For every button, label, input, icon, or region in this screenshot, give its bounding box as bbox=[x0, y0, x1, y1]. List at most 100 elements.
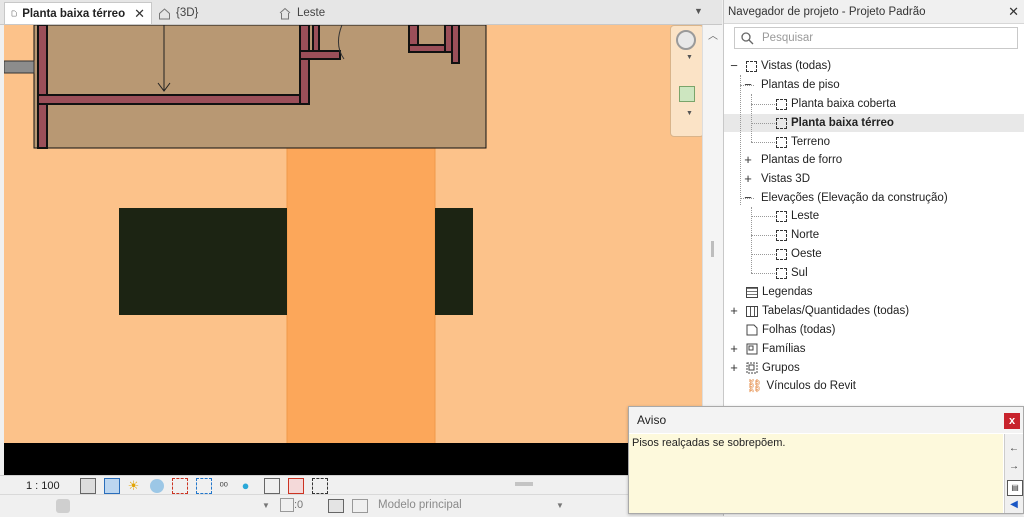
tab-leste[interactable]: Leste bbox=[272, 2, 352, 24]
steering-wheel-icon[interactable] bbox=[676, 30, 696, 50]
tree-view-oeste[interactable]: Oeste bbox=[776, 245, 822, 263]
sheet-icon bbox=[746, 324, 758, 336]
active-option-icon[interactable] bbox=[352, 499, 368, 513]
black-band bbox=[4, 443, 702, 475]
tree-view-sul[interactable]: Sul bbox=[776, 264, 808, 282]
warning-title-bar: Aviso x bbox=[629, 407, 1023, 433]
nav-dropdown-icon[interactable]: ▼ bbox=[686, 54, 693, 61]
tree-groups[interactable]: Grupos bbox=[746, 359, 800, 377]
drawing-viewport[interactable]: ▼ ▼ bbox=[4, 25, 702, 475]
tree-view-terreno[interactable]: Terreno bbox=[776, 133, 830, 151]
tree-view-leste[interactable]: Leste bbox=[776, 207, 819, 225]
expand-icon[interactable]: + bbox=[743, 170, 753, 188]
tree-label: Planta baixa coberta bbox=[791, 98, 896, 110]
tree-label: Folhas (todas) bbox=[762, 324, 836, 336]
tree-label: Norte bbox=[791, 229, 820, 241]
expand-icon[interactable]: + bbox=[743, 151, 753, 169]
view-icon bbox=[776, 229, 787, 241]
tree-view-norte[interactable]: Norte bbox=[776, 226, 819, 244]
tree-view-planta-baixa-coberta[interactable]: Planta baixa coberta bbox=[776, 95, 896, 113]
tree-label: Planta baixa térreo bbox=[791, 117, 894, 129]
show-crop-icon[interactable] bbox=[195, 477, 212, 494]
show-more-info-icon[interactable]: ▤ bbox=[1007, 480, 1023, 496]
crop-view-icon[interactable] bbox=[171, 477, 188, 494]
tree-schedules[interactable]: Tabelas/Quantidades (todas) bbox=[746, 302, 909, 320]
expand-icon[interactable]: + bbox=[729, 302, 739, 320]
tree-label: Grupos bbox=[762, 362, 800, 374]
floor-plan-drawing bbox=[4, 25, 702, 475]
scroll-thumb[interactable] bbox=[711, 241, 714, 257]
warning-message-area: Pisos realçadas se sobrepõem. bbox=[629, 434, 1003, 513]
shadows-icon[interactable] bbox=[149, 478, 164, 493]
tree-label: Famílias bbox=[762, 343, 806, 355]
floor-plan-icon bbox=[11, 10, 17, 17]
model-dropdown-icon[interactable]: ▼ bbox=[556, 501, 564, 510]
project-browser-header: Navegador de projeto - Projeto Padrão ✕ bbox=[724, 0, 1024, 24]
close-browser-icon[interactable]: ✕ bbox=[1008, 4, 1019, 20]
tree-3d-views[interactable]: Vistas 3D bbox=[761, 170, 810, 188]
zoom-region-icon[interactable] bbox=[679, 86, 695, 102]
tree-label: Vistas 3D bbox=[761, 173, 811, 185]
tree-label: Elevações (Elevação da construção) bbox=[761, 192, 948, 204]
tree-view-planta-baixa-terreo[interactable]: Planta baixa térreo bbox=[776, 114, 894, 132]
navigation-bar: ▼ ▼ bbox=[670, 25, 702, 137]
tree-sheets[interactable]: Folhas (todas) bbox=[746, 321, 836, 339]
model-select[interactable]: Modelo principal bbox=[378, 499, 462, 511]
collapse-icon[interactable]: − bbox=[743, 189, 753, 207]
warning-close-button[interactable]: x bbox=[1004, 413, 1020, 429]
tree-revit-links[interactable]: ⛓ Vínculos do Revit bbox=[746, 377, 856, 395]
search-input[interactable] bbox=[760, 31, 1004, 45]
collapse-icon[interactable]: − bbox=[743, 76, 753, 94]
close-tab-icon[interactable]: ✕ bbox=[134, 6, 145, 22]
project-browser-title: Navegador de projeto - Projeto Padrão bbox=[728, 5, 926, 18]
view-icon bbox=[776, 210, 787, 222]
scroll-up-icon[interactable]: ︿ bbox=[708, 27, 718, 42]
tree-views-all[interactable]: Vistas (todas) bbox=[746, 57, 831, 75]
tab-overflow-icon[interactable]: ▼ bbox=[694, 6, 703, 16]
previous-warning-icon[interactable]: ← bbox=[1007, 442, 1021, 456]
detail-level-icon[interactable] bbox=[79, 477, 96, 494]
expand-warning-icon[interactable]: ◀ bbox=[1007, 498, 1021, 512]
tree-label: Plantas de piso bbox=[761, 79, 840, 91]
search-box[interactable] bbox=[734, 27, 1018, 49]
visual-style-icon[interactable] bbox=[103, 477, 120, 494]
tree-label: Sul bbox=[791, 267, 808, 279]
view-icon bbox=[776, 248, 787, 260]
workset-value: :0 bbox=[294, 499, 304, 511]
workset-icon[interactable] bbox=[56, 499, 70, 513]
expand-icon[interactable]: + bbox=[729, 340, 739, 358]
reveal-hidden-icon[interactable]: ● bbox=[242, 478, 256, 493]
tree-label: Vínculos do Revit bbox=[766, 380, 857, 392]
scale-value[interactable]: 1 : 100 bbox=[26, 480, 60, 492]
temporary-hide-icon[interactable]: ᵒᵒ bbox=[220, 479, 234, 493]
tab-planta-baixa-terreo[interactable]: Planta baixa térreo ✕ bbox=[4, 2, 152, 24]
worksharing-icon[interactable] bbox=[263, 477, 280, 494]
workset-dropdown-icon[interactable]: ▼ bbox=[262, 501, 270, 510]
tree-elevations[interactable]: Elevações (Elevação da construção) bbox=[761, 189, 948, 207]
tree-label: Terreno bbox=[791, 136, 830, 148]
view-icon bbox=[776, 267, 787, 279]
view-tab-bar: Planta baixa térreo ✕ {3D} Leste ▼ bbox=[0, 0, 722, 25]
tab-3d[interactable]: {3D} bbox=[152, 2, 252, 24]
warning-message: Pisos realçadas se sobrepõem. bbox=[632, 437, 786, 449]
constraints-icon[interactable] bbox=[311, 477, 328, 494]
sun-path-icon[interactable]: ☀ bbox=[128, 478, 142, 493]
tree-families[interactable]: Famílias bbox=[746, 340, 805, 358]
editable-only-icon[interactable] bbox=[280, 498, 294, 512]
collapse-icon[interactable]: − bbox=[729, 57, 739, 75]
expand-icon[interactable]: + bbox=[729, 359, 739, 377]
wall-stub bbox=[4, 60, 35, 74]
analytical-model-icon[interactable] bbox=[287, 477, 304, 494]
search-icon bbox=[741, 31, 754, 44]
tree-ceiling-plans[interactable]: Plantas de forro bbox=[761, 151, 842, 169]
tab-label: Leste bbox=[297, 7, 326, 19]
design-options-icon[interactable] bbox=[328, 499, 344, 513]
next-warning-icon[interactable]: → bbox=[1007, 460, 1021, 474]
dark-block-left bbox=[119, 208, 287, 315]
horizontal-scroll-thumb[interactable] bbox=[515, 482, 533, 486]
zoom-dropdown-icon[interactable]: ▼ bbox=[686, 110, 693, 117]
tree-floor-plans[interactable]: Plantas de piso bbox=[761, 76, 840, 94]
view-control-bar: 1 : 100 ☀ ᵒᵒ ● bbox=[0, 475, 722, 495]
tree-legends[interactable]: Legendas bbox=[746, 283, 813, 301]
legend-icon bbox=[746, 286, 758, 298]
